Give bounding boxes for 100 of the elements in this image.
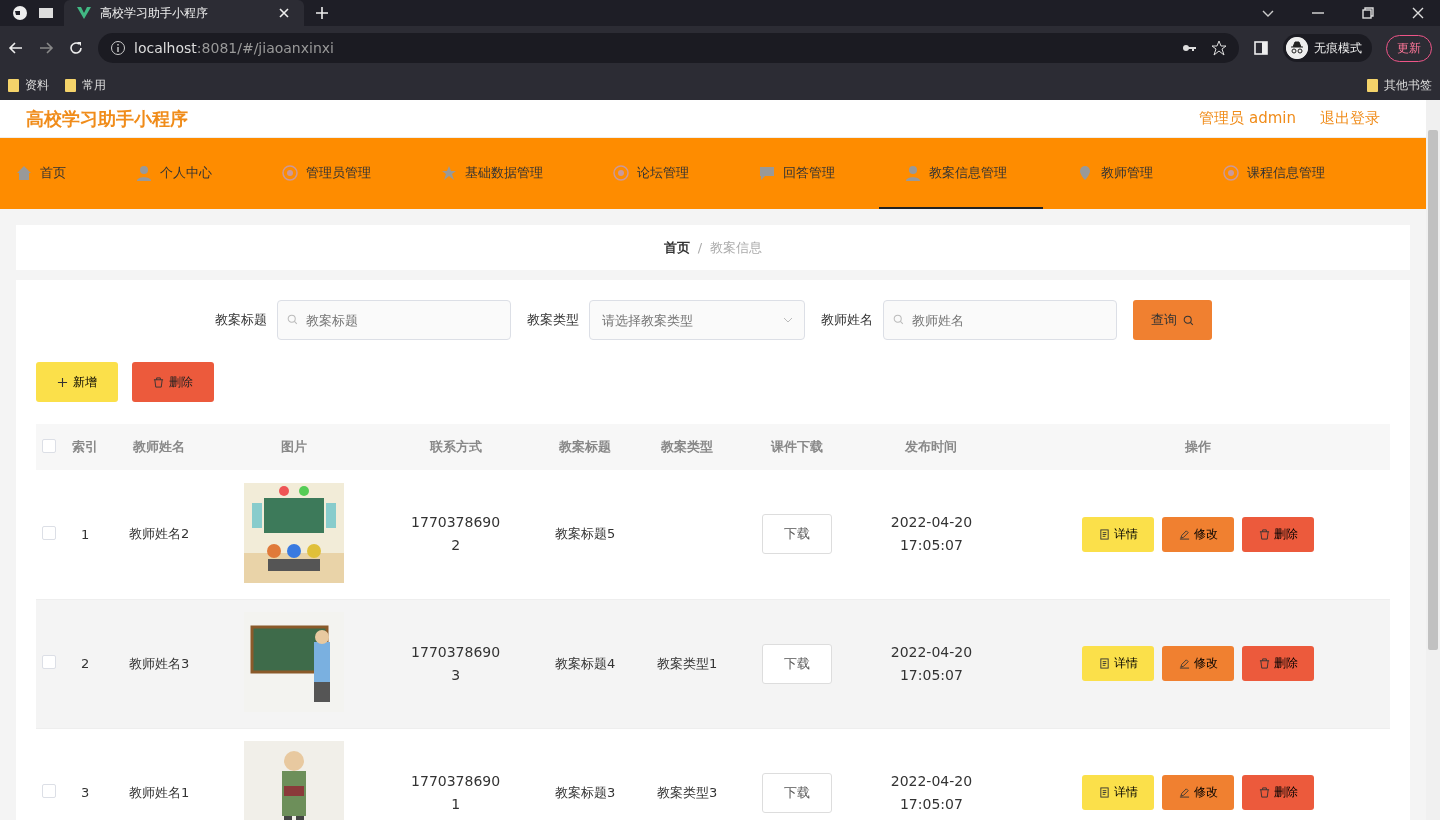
select-field[interactable]: 请选择教案类型 bbox=[588, 300, 805, 340]
incognito-icon bbox=[1286, 37, 1308, 59]
input-field[interactable]: 教案标题 bbox=[276, 300, 511, 340]
forward-icon[interactable] bbox=[38, 40, 54, 56]
nav-tab[interactable]: 首页 bbox=[10, 138, 102, 209]
column-header: 图片 bbox=[280, 439, 307, 454]
back-icon[interactable] bbox=[8, 40, 24, 56]
restore-icon[interactable] bbox=[1360, 5, 1376, 21]
table-cell: 1 bbox=[80, 526, 90, 542]
add-button[interactable]: 新增 bbox=[36, 362, 118, 402]
close-icon[interactable] bbox=[1410, 5, 1426, 21]
document-icon bbox=[1098, 787, 1110, 798]
user-icon bbox=[136, 164, 152, 181]
nav-tab[interactable]: 课程信息管理 bbox=[1217, 138, 1361, 209]
user-label: 管理员 admin bbox=[1199, 109, 1296, 128]
circle-icon bbox=[613, 164, 629, 181]
caret-icon bbox=[782, 317, 793, 323]
trash-icon bbox=[153, 376, 164, 388]
delete-button[interactable]: 删除 bbox=[1242, 775, 1315, 810]
home-icon bbox=[16, 164, 32, 181]
search-button[interactable]: 查询 bbox=[1132, 300, 1212, 340]
table-cell: 教案标题5 bbox=[555, 526, 616, 542]
nav-tab[interactable]: 教案信息管理 bbox=[879, 138, 1043, 209]
breadcrumb-item: 教案信息 bbox=[710, 238, 763, 257]
table-cell-text: 2022-04-20 17:05:07 bbox=[889, 642, 974, 685]
edit-button[interactable]: 修改 bbox=[1162, 646, 1235, 681]
breadcrumb-item[interactable]: 首页 bbox=[663, 238, 690, 257]
download-button[interactable]: 下载 bbox=[762, 772, 833, 813]
nav-tab[interactable]: 论坛管理 bbox=[607, 138, 725, 209]
delete-button[interactable]: 删除 bbox=[1242, 646, 1315, 681]
breadcrumb-separator: / bbox=[697, 240, 703, 255]
field-label: 教案标题 bbox=[214, 311, 267, 329]
column-header: 发布时间 bbox=[905, 439, 958, 454]
column-header: 课件下载 bbox=[771, 439, 824, 454]
column-header: 操作 bbox=[1185, 439, 1212, 454]
nav-tab[interactable]: 基础数据管理 bbox=[435, 138, 579, 209]
nav-tab[interactable]: 回答管理 bbox=[753, 138, 871, 209]
details-button[interactable]: 详情 bbox=[1082, 775, 1155, 810]
download-button[interactable]: 下载 bbox=[762, 514, 833, 555]
table-cell: 教师姓名3 bbox=[128, 655, 190, 671]
column-header: 教师姓名 bbox=[133, 439, 185, 454]
folder-icon bbox=[8, 78, 19, 92]
table-cell: 教案标题4 bbox=[555, 655, 616, 671]
table-cell: 教案类型1 bbox=[657, 655, 718, 671]
edit-button[interactable]: 修改 bbox=[1162, 516, 1235, 552]
input-field[interactable]: 教师姓名 bbox=[882, 300, 1117, 340]
scrollbar[interactable] bbox=[1426, 100, 1440, 820]
trash-icon bbox=[1258, 787, 1270, 798]
nav-tab[interactable]: 教师管理 bbox=[1071, 138, 1189, 209]
profile-button[interactable]: 无痕模式 bbox=[1283, 34, 1372, 62]
download-button[interactable]: 下载 bbox=[762, 643, 833, 684]
new-tab-icon[interactable] bbox=[314, 5, 330, 21]
address-bar[interactable]: localhost:8081/#/jiaoanxinxi bbox=[98, 33, 1239, 63]
tab-title: 高校学习助手小程序 bbox=[100, 4, 208, 22]
bookmark[interactable]: 资料 bbox=[8, 76, 49, 94]
v-logo-icon bbox=[76, 5, 92, 21]
reload-icon[interactable] bbox=[68, 40, 84, 56]
bookmark[interactable]: 其他书签 bbox=[1367, 76, 1432, 94]
bookmark[interactable]: 常用 bbox=[65, 76, 106, 94]
site-title: 高校学习助手小程序 bbox=[26, 106, 188, 131]
table-cell-text: 17703786903 bbox=[410, 642, 502, 685]
info-icon bbox=[110, 40, 126, 56]
details-button[interactable]: 详情 bbox=[1082, 516, 1155, 552]
checkbox[interactable] bbox=[42, 438, 57, 453]
edit-button[interactable]: 修改 bbox=[1162, 775, 1235, 810]
scroll-thumb[interactable] bbox=[1428, 130, 1438, 650]
nav-tab[interactable]: 个人中心 bbox=[130, 138, 248, 209]
table-cell: 教案类型3 bbox=[657, 784, 718, 800]
trash-icon bbox=[1258, 528, 1270, 540]
table-cell-text: 2022-04-20 17:05:07 bbox=[889, 771, 974, 814]
table-cell: 教案标题3 bbox=[555, 784, 616, 800]
chat-icon bbox=[759, 164, 775, 181]
pen-icon bbox=[1178, 787, 1190, 798]
delete-button[interactable]: 删除 bbox=[132, 362, 214, 402]
document-icon bbox=[1098, 658, 1110, 669]
table-cell-text: 17703786901 bbox=[410, 771, 502, 814]
plus-icon bbox=[57, 376, 68, 388]
search-icon bbox=[892, 314, 904, 325]
globe-icon[interactable] bbox=[12, 5, 28, 21]
trash-icon bbox=[1258, 658, 1270, 669]
details-button[interactable]: 详情 bbox=[1082, 646, 1155, 681]
delete-button[interactable]: 删除 bbox=[1242, 516, 1315, 552]
url-text: localhost:8081/#/jiaoanxinxi bbox=[134, 40, 334, 56]
search-icon bbox=[286, 314, 298, 325]
nav-tab[interactable]: 管理员管理 bbox=[276, 138, 407, 209]
window-icon[interactable] bbox=[38, 5, 54, 21]
circle-icon bbox=[1223, 164, 1239, 181]
checkbox[interactable] bbox=[42, 655, 57, 669]
star-icon[interactable] bbox=[1211, 40, 1227, 56]
sidebar-icon[interactable] bbox=[1253, 40, 1269, 56]
checkbox[interactable] bbox=[42, 525, 57, 540]
table-cell: 3 bbox=[80, 785, 90, 800]
table-cell-text: 2022-04-20 17:05:07 bbox=[889, 513, 974, 556]
pen-icon bbox=[1178, 528, 1190, 540]
checkbox[interactable] bbox=[42, 784, 57, 798]
user-icon bbox=[905, 164, 921, 181]
column-header: 索引 bbox=[72, 439, 99, 454]
pin-icon bbox=[1077, 164, 1093, 181]
document-icon bbox=[1098, 528, 1110, 540]
browser-tab[interactable]: 高校学习助手小程序 bbox=[64, 0, 304, 26]
